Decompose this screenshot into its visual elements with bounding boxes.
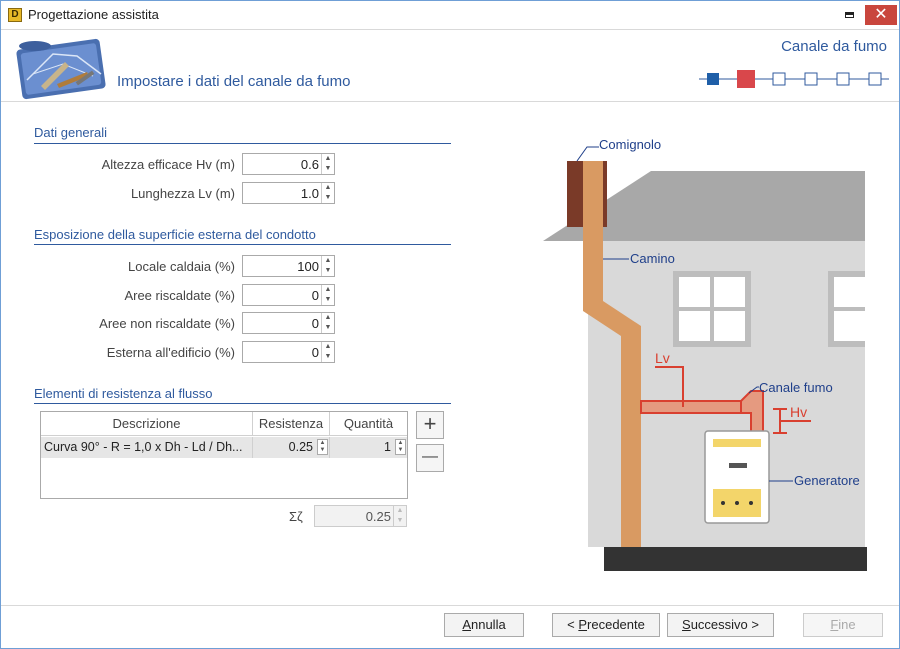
section-divider <box>34 244 451 245</box>
quantity-value: 1 <box>384 440 391 454</box>
maximize-icon <box>845 12 854 18</box>
sum-label: Σζ <box>289 509 303 524</box>
window-title: Progettazione assistita <box>28 7 159 22</box>
height-label: Altezza efficace Hv (m) <box>101 157 235 172</box>
hv-label: Hv <box>790 404 807 420</box>
length-label: Lunghezza Lv (m) <box>130 186 235 201</box>
close-button[interactable]: ✕ <box>865 5 897 25</box>
step-5 <box>836 72 850 86</box>
step-1 <box>707 73 719 85</box>
app-icon: D <box>8 8 22 22</box>
length-input[interactable]: 1.0 ▲ ▼ <box>242 182 335 204</box>
boiler-room-stepper[interactable]: ▲ ▼ <box>321 256 334 276</box>
comignolo-label: Comignolo <box>599 137 661 152</box>
sum-value: 0.25 <box>365 509 391 524</box>
height-value: 0.6 <box>300 157 319 172</box>
length-stepper[interactable]: ▲ ▼ <box>321 183 334 203</box>
footer-divider <box>1 605 899 606</box>
maximize-button[interactable] <box>837 5 863 25</box>
window-right <box>828 271 865 347</box>
generatore-label: Generatore <box>794 473 860 488</box>
outside-stepper[interactable]: ▲ ▼ <box>321 342 334 362</box>
resistance-stepper[interactable]: ▲ ▼ <box>317 439 328 455</box>
add-element-button[interactable]: + <box>416 411 444 439</box>
outside-value: 0 <box>311 345 319 360</box>
canale-label: Canale fumo <box>759 380 833 395</box>
column-header-quantity[interactable]: Quantità <box>330 412 407 436</box>
window-left <box>673 271 751 347</box>
boiler-room-label: Locale caldaia (%) <box>128 259 235 274</box>
step-indicator <box>699 70 889 88</box>
step-3 <box>772 72 786 86</box>
dialog-window: D Progettazione assistita ✕ Impostare i … <box>0 0 900 649</box>
column-header-resistance[interactable]: Resistenza <box>253 412 330 436</box>
step-6 <box>868 72 882 86</box>
chimney-illustration: Lv Hv Comignolo Camino Canale fumo Gener… <box>543 137 867 571</box>
finish-button[interactable]: Fine <box>803 613 883 637</box>
camino-label: Camino <box>630 251 675 266</box>
column-header-description[interactable]: Descrizione <box>41 412 253 436</box>
height-input[interactable]: 0.6 ▲ ▼ <box>242 153 335 175</box>
outside-input[interactable]: 0 ▲ ▼ <box>242 341 335 363</box>
resistance-value: 0.25 <box>288 440 313 454</box>
unheated-areas-input[interactable]: 0 ▲ ▼ <box>242 312 335 334</box>
page-title: Impostare i dati del canale da fumo <box>117 73 351 90</box>
generator-icon <box>704 430 770 524</box>
wizard-header: Impostare i dati del canale da fumo Cana… <box>1 30 899 102</box>
length-value: 1.0 <box>300 186 319 201</box>
boiler-room-input[interactable]: 100 ▲ ▼ <box>242 255 335 277</box>
section-title-exposure: Esposizione della superficie esterna del… <box>34 227 316 242</box>
step-2 <box>737 70 755 88</box>
table-row-description[interactable]: Curva 90° - R = 1,0 x Dh - Ld / Dh... <box>41 437 253 458</box>
next-button[interactable]: Successivo > <box>667 613 774 637</box>
previous-button[interactable]: < Precedente <box>552 613 660 637</box>
heated-areas-label: Aree riscaldate (%) <box>124 288 235 303</box>
boiler-room-value: 100 <box>297 259 319 274</box>
section-divider <box>34 143 451 144</box>
title-bar: D Progettazione assistita ✕ <box>1 1 899 30</box>
height-stepper[interactable]: ▲ ▼ <box>321 154 334 174</box>
table-row-resistance[interactable]: 0.25 ▲ ▼ <box>253 437 330 458</box>
cancel-button[interactable]: Annulla <box>444 613 524 637</box>
lv-label: Lv <box>655 350 670 366</box>
step-4 <box>804 72 818 86</box>
section-title-general: Dati generali <box>34 125 107 140</box>
heated-areas-value: 0 <box>311 288 319 303</box>
sum-stepper: ▲ ▼ <box>393 506 406 526</box>
resistance-table[interactable]: Descrizione Resistenza Quantità Curva 90… <box>40 411 408 499</box>
heated-areas-input[interactable]: 0 ▲ ▼ <box>242 284 335 306</box>
blueprint-logo-icon <box>16 38 106 100</box>
remove-element-button[interactable]: — <box>416 444 444 472</box>
unheated-areas-stepper[interactable]: ▲ ▼ <box>321 313 334 333</box>
outside-label: Esterna all'edificio (%) <box>106 345 235 360</box>
quantity-stepper[interactable]: ▲ ▼ <box>395 439 406 455</box>
table-row-quantity[interactable]: 1 ▲ ▼ <box>330 437 407 458</box>
ground <box>604 547 867 571</box>
section-divider <box>34 403 451 404</box>
section-title-resistance: Elementi di resistenza al flusso <box>34 386 213 401</box>
unheated-areas-label: Aree non riscaldate (%) <box>99 316 235 331</box>
heated-areas-stepper[interactable]: ▲ ▼ <box>321 285 334 305</box>
sum-input: 0.25 ▲ ▼ <box>314 505 407 527</box>
section-name: Canale da fumo <box>781 38 887 55</box>
unheated-areas-value: 0 <box>311 316 319 331</box>
